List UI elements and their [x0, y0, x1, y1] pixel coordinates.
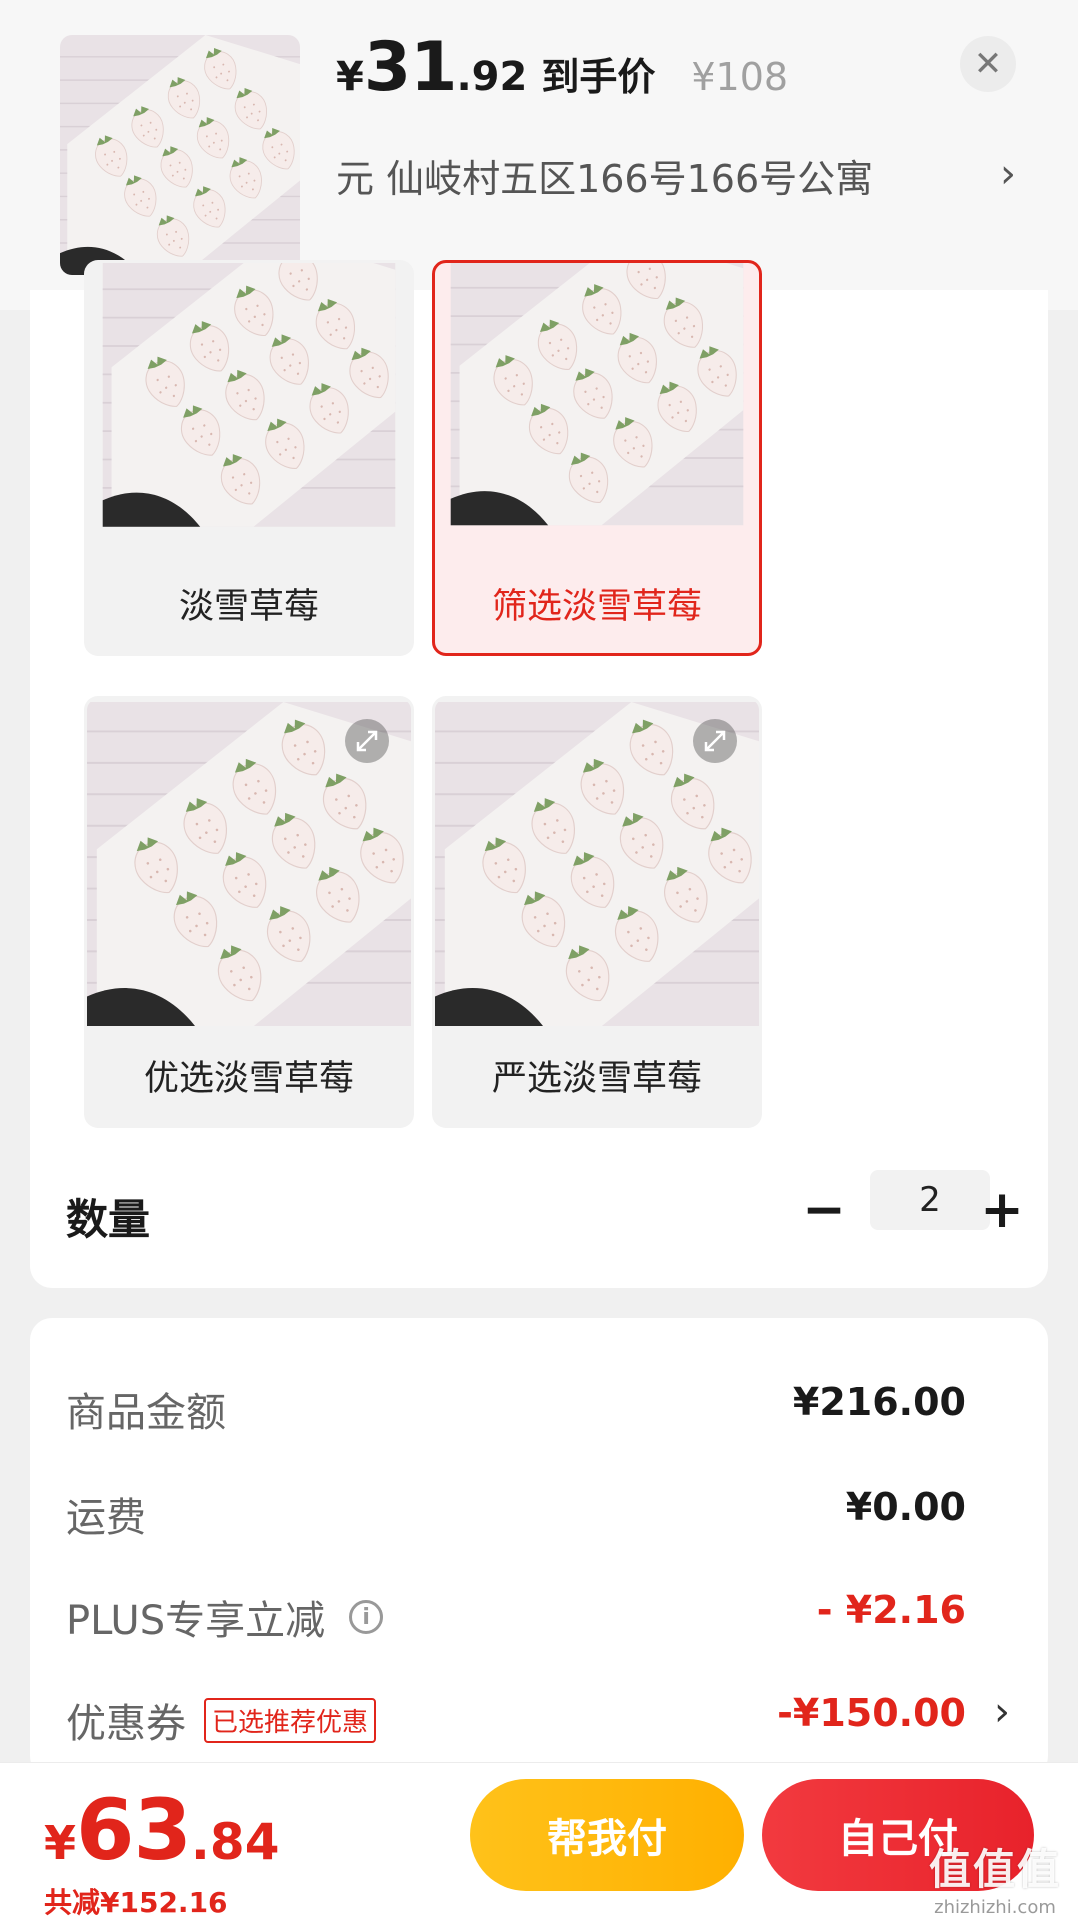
coupon-value: -¥150.00 [777, 1691, 966, 1735]
price-currency: ¥ [336, 54, 364, 100]
quantity-decrease-button[interactable]: − [794, 1180, 854, 1240]
spec-option[interactable]: 淡雪草莓 [84, 260, 414, 656]
shipping-label: 运费 [66, 1495, 146, 1541]
address-text: 元 仙岐村五区166号166号公寓 [336, 156, 874, 201]
price-decimal: .92 [456, 54, 528, 100]
plus-discount-label-group: PLUS专享立减 i [66, 1588, 384, 1646]
close-icon: ✕ [973, 44, 1003, 84]
coupon-recommend-badge: 已选推荐优惠 [204, 1697, 377, 1743]
shipping-value: ¥0.00 [845, 1485, 966, 1529]
product-thumbnail[interactable] [60, 35, 300, 275]
total-saved: 共减¥152.16 [44, 1886, 228, 1919]
coupon-label-group: 优惠券 已选推荐优惠 [66, 1691, 377, 1749]
total-price: ¥ 63 .84 [44, 1781, 280, 1879]
spec-option-label: 优选淡雪草莓 [143, 1058, 354, 1099]
goods-amount-label: 商品金额 [66, 1390, 226, 1436]
spec-option-selected[interactable]: 筛选淡雪草莓 [432, 260, 762, 656]
help-me-pay-button[interactable]: 帮我付 [470, 1779, 744, 1891]
chevron-right-icon: › [994, 1689, 1010, 1735]
strawberry-image [435, 263, 759, 558]
plus-discount-value: - ¥2.16 [816, 1588, 966, 1632]
price-integer: 31 [363, 28, 458, 107]
checkout-bar: ¥ 63 .84 共减¥152.16 帮我付 自己付 [0, 1762, 1078, 1922]
quantity-row: 数量 − 2 + [66, 1170, 1026, 1260]
goods-amount-row: 商品金额 ¥216.00 [66, 1370, 1016, 1440]
spec-option-label: 筛选淡雪草莓 [491, 586, 702, 627]
expand-icon[interactable] [693, 719, 737, 763]
final-price-tag: 到手价 [541, 55, 656, 99]
spec-option[interactable]: 严选淡雪草莓 [432, 696, 762, 1128]
price-line: ¥ 31 .92 到手价 ¥108 [336, 28, 788, 108]
info-icon[interactable]: i [349, 1600, 384, 1634]
pay-myself-button[interactable]: 自己付 [762, 1779, 1034, 1891]
spec-option[interactable]: 优选淡雪草莓 [84, 696, 414, 1128]
total-decimal: .84 [190, 1813, 280, 1871]
coupon-label: 优惠券 [66, 1701, 186, 1747]
goods-amount-value: ¥216.00 [792, 1380, 966, 1424]
shipping-row: 运费 ¥0.00 [66, 1475, 1016, 1545]
spec-option-label: 淡雪草莓 [178, 586, 319, 627]
strawberry-image [87, 263, 411, 561]
expand-icon[interactable] [345, 719, 389, 763]
original-price: ¥108 [691, 55, 789, 99]
quantity-increase-button[interactable]: + [972, 1180, 1032, 1240]
plus-discount-label: PLUS专享立减 [66, 1598, 326, 1644]
quantity-label: 数量 [66, 1195, 151, 1244]
chevron-right-icon: › [1000, 151, 1016, 197]
total-currency: ¥ [44, 1816, 77, 1870]
plus-discount-row: PLUS专享立减 i - ¥2.16 [66, 1578, 1016, 1648]
strawberry-image [60, 35, 300, 275]
spec-option-label: 严选淡雪草莓 [491, 1058, 702, 1099]
close-button[interactable]: ✕ [960, 36, 1016, 92]
total-integer: 63 [76, 1781, 192, 1879]
spec-card: 淡雪草莓 筛选淡雪草莓 优选淡雪草莓 严选淡雪草莓 数量 − 2 + [30, 260, 1048, 1288]
price-detail-card: 商品金额 ¥216.00 运费 ¥0.00 PLUS专享立减 i - ¥2.16… [30, 1318, 1048, 1778]
coupon-row[interactable]: 优惠券 已选推荐优惠 -¥150.00 › [66, 1681, 1016, 1751]
address-selector[interactable]: 元 仙岐村五区166号166号公寓 › [336, 145, 1036, 205]
